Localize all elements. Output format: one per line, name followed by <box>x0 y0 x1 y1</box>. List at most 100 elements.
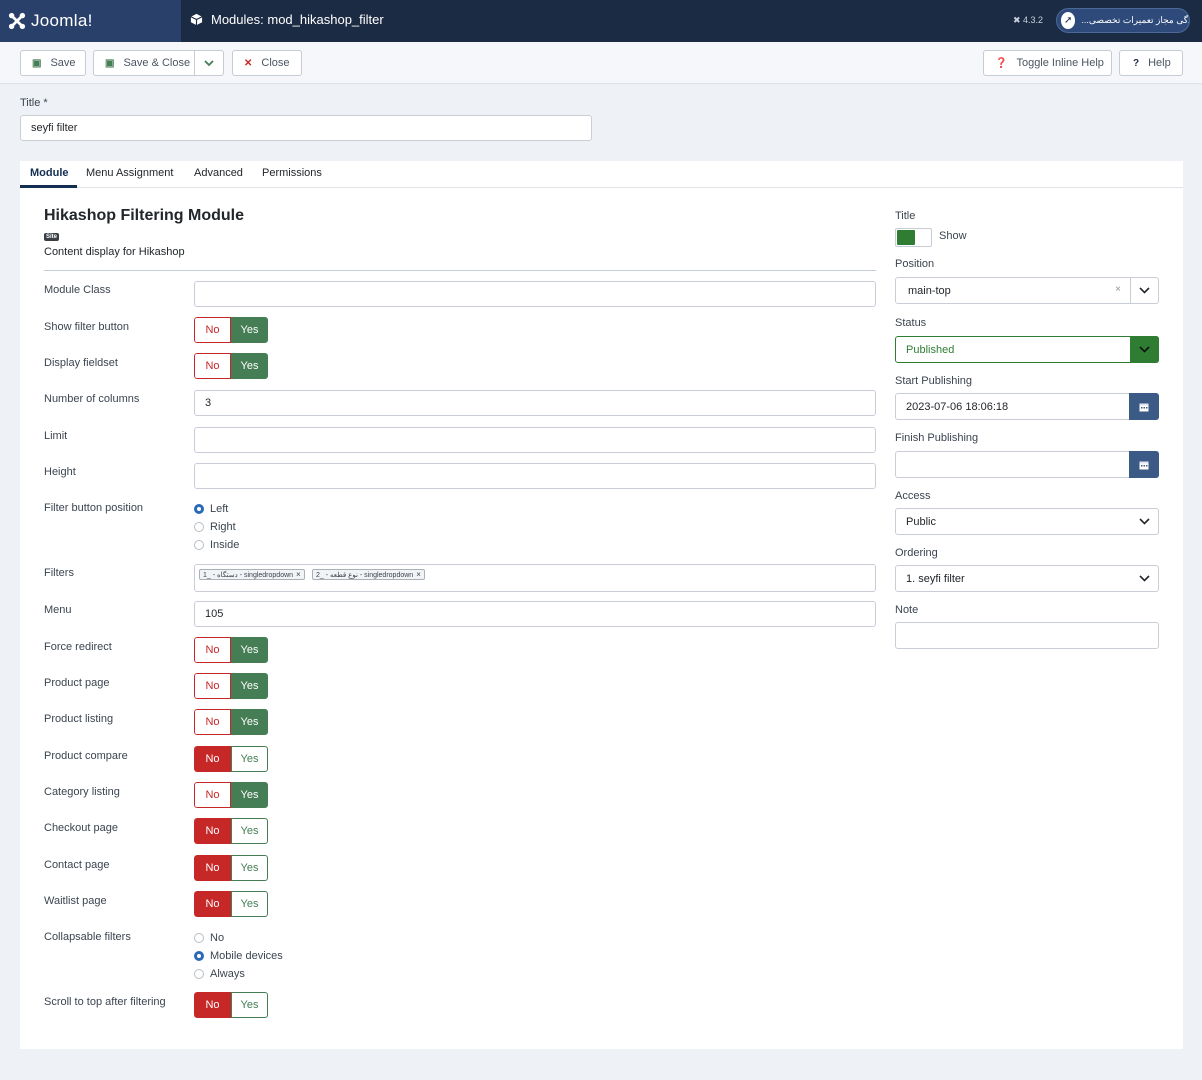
site-name: ...نمایندگی مجاز تعمیرات تخصصی <box>1081 15 1189 25</box>
no-option[interactable]: No <box>194 637 231 663</box>
yes-option[interactable]: Yes <box>231 317 268 343</box>
display-fieldset-label: Display fieldset <box>44 357 118 369</box>
calendar-icon <box>1139 461 1149 469</box>
product-listing-toggle: No Yes <box>194 709 269 735</box>
checkout-page-toggle: No Yes <box>194 818 269 844</box>
yes-option[interactable]: Yes <box>231 353 268 379</box>
radio-right-label: Right <box>210 521 236 533</box>
yes-option[interactable]: Yes <box>231 992 268 1018</box>
calendar-button[interactable] <box>1129 393 1159 420</box>
tab-bar: Module Menu Assignment Advanced Permissi… <box>20 161 1183 188</box>
save-dropdown-button[interactable] <box>194 50 224 76</box>
no-option[interactable]: No <box>194 818 231 844</box>
filters-multiselect[interactable]: 1_ - دستگاه - singledropdown × 2_ - نوع ق… <box>194 564 876 592</box>
no-option[interactable]: No <box>194 891 231 917</box>
waitlist-page-toggle: No Yes <box>194 891 269 917</box>
radio-mobile-devices[interactable]: Mobile devices <box>194 950 283 962</box>
radio-left[interactable]: Left <box>194 503 228 515</box>
help-button[interactable]: ? Help <box>1119 50 1183 76</box>
no-option[interactable]: No <box>194 855 231 881</box>
no-option[interactable]: No <box>194 992 231 1018</box>
module-class-input[interactable] <box>194 281 876 307</box>
product-listing-label: Product listing <box>44 713 114 725</box>
start-publishing-input[interactable]: 2023-07-06 18:06:18 <box>895 393 1159 420</box>
active-tab-indicator <box>20 185 77 188</box>
chevron-down-icon[interactable] <box>1130 566 1158 591</box>
menu-input[interactable]: 105 <box>194 601 876 627</box>
start-publishing-label: Start Publishing <box>895 375 973 387</box>
close-button[interactable]: ✕ Close <box>232 50 302 76</box>
show-title-switch[interactable] <box>895 228 932 247</box>
save-close-button[interactable]: ▣ Save & Close <box>93 50 195 76</box>
note-label: Note <box>895 604 919 616</box>
position-label: Position <box>895 258 935 270</box>
finish-publishing-input[interactable] <box>895 451 1159 478</box>
radio-always[interactable]: Always <box>194 968 245 980</box>
yes-option[interactable]: Yes <box>231 709 268 735</box>
question-icon: ? <box>1133 57 1140 69</box>
number-of-columns-input[interactable]: 3 <box>194 390 876 416</box>
view-site-button[interactable]: ➚ ...نمایندگی مجاز تعمیرات تخصصی <box>1056 8 1190 33</box>
title-visibility-label: Title <box>895 210 916 222</box>
tab-advanced[interactable]: Advanced <box>194 167 243 179</box>
show-title-text: Show <box>939 230 967 242</box>
yes-option[interactable]: Yes <box>231 818 268 844</box>
no-option[interactable]: No <box>194 709 231 735</box>
no-option[interactable]: No <box>194 782 231 808</box>
product-page-label: Product page <box>44 677 110 689</box>
no-option[interactable]: No <box>194 673 231 699</box>
radio-unselected <box>194 933 204 943</box>
brand-area[interactable]: Joomla! <box>0 0 181 42</box>
ordering-select[interactable]: 1. seyfi filter <box>895 565 1159 592</box>
version-label: ✖ 4.3.2 <box>1013 15 1044 25</box>
product-compare-label: Product compare <box>44 750 128 762</box>
yes-option[interactable]: Yes <box>231 637 268 663</box>
menu-label: Menu <box>44 604 72 616</box>
remove-icon[interactable]: × <box>416 570 421 579</box>
question-circle-icon: ❓ <box>995 57 1008 69</box>
remove-icon[interactable]: × <box>296 570 301 579</box>
tab-module[interactable]: Module <box>30 167 69 179</box>
yes-option[interactable]: Yes <box>231 673 268 699</box>
no-option[interactable]: No <box>194 317 231 343</box>
scroll-to-top-label: Scroll to top after filtering <box>44 996 166 1008</box>
radio-unselected <box>194 540 204 550</box>
toggle-inline-help-button[interactable]: ❓ Toggle Inline Help <box>983 50 1112 76</box>
height-input[interactable] <box>194 463 876 489</box>
tab-menu-assignment[interactable]: Menu Assignment <box>86 167 173 179</box>
access-select[interactable]: Public <box>895 508 1159 535</box>
filter-chip: 1_ - دستگاه - singledropdown × <box>199 569 305 580</box>
clear-icon[interactable]: × <box>1115 284 1121 295</box>
note-input[interactable] <box>895 622 1159 649</box>
yes-option[interactable]: Yes <box>231 855 268 881</box>
filter-chip: 2_ - نوع قطعه - singledropdown × <box>312 569 425 580</box>
help-label: Help <box>1148 57 1171 69</box>
module-description: Content display for Hikashop <box>44 246 185 258</box>
chevron-down-icon[interactable] <box>1130 509 1158 534</box>
status-select[interactable]: Published <box>895 336 1159 363</box>
chevron-down-icon <box>204 59 214 66</box>
external-link-icon: ➚ <box>1061 12 1076 29</box>
radio-always-label: Always <box>210 968 245 980</box>
calendar-button[interactable] <box>1129 451 1159 478</box>
radio-mobile-devices-label: Mobile devices <box>210 950 283 962</box>
radio-no[interactable]: No <box>194 932 224 944</box>
radio-right[interactable]: Right <box>194 521 236 533</box>
save-button[interactable]: ▣ Save <box>20 50 86 76</box>
save-icon: ▣ <box>32 57 42 69</box>
contact-page-label: Contact page <box>44 859 110 871</box>
radio-selected <box>194 504 204 514</box>
no-option[interactable]: No <box>194 746 231 772</box>
radio-inside[interactable]: Inside <box>194 539 239 551</box>
limit-input[interactable] <box>194 427 876 453</box>
radio-selected <box>194 951 204 961</box>
no-option[interactable]: No <box>194 353 231 379</box>
yes-option[interactable]: Yes <box>231 746 268 772</box>
tab-permissions[interactable]: Permissions <box>262 167 322 179</box>
yes-option[interactable]: Yes <box>231 891 268 917</box>
position-select[interactable]: main-top × <box>895 277 1159 304</box>
chevron-down-icon[interactable] <box>1130 278 1158 303</box>
yes-option[interactable]: Yes <box>231 782 268 808</box>
title-input[interactable]: seyfi filter <box>20 115 592 141</box>
chevron-down-icon[interactable] <box>1130 336 1159 363</box>
